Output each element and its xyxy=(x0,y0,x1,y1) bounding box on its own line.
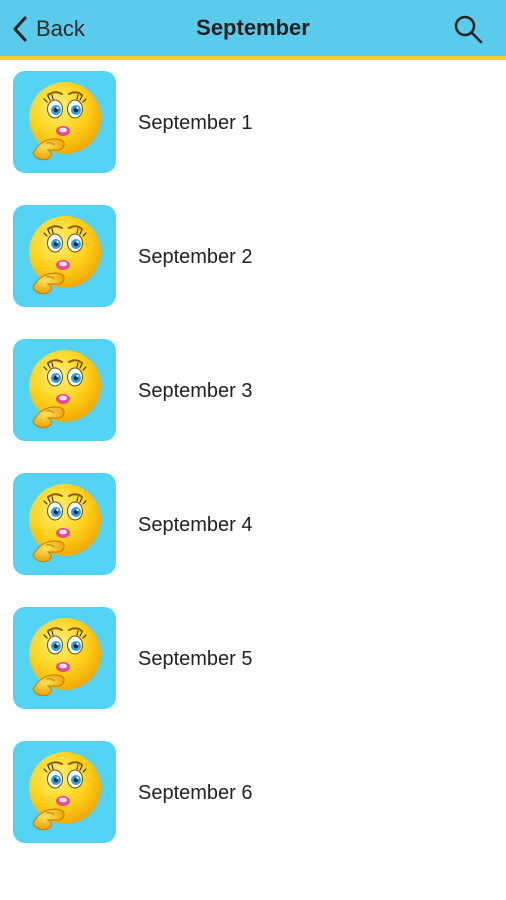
page-title: September xyxy=(196,15,310,40)
list-item[interactable]: September 3 xyxy=(0,332,506,442)
list-item[interactable]: September 4 xyxy=(0,466,506,576)
list-item-label: September 6 xyxy=(138,782,253,804)
list-item-label: September 1 xyxy=(138,112,253,134)
thinking-emoji-icon xyxy=(13,71,116,173)
thinking-emoji-icon xyxy=(13,205,116,307)
navigation-bar: Back September xyxy=(0,0,506,60)
list-item[interactable]: September 1 xyxy=(0,64,506,174)
list-item-label: September 4 xyxy=(138,514,253,536)
list-item-label: September 3 xyxy=(138,380,253,402)
list-item[interactable]: September 5 xyxy=(0,600,506,710)
list-item[interactable]: September 2 xyxy=(0,198,506,308)
search-icon[interactable] xyxy=(452,13,484,45)
list-item[interactable]: September 6 xyxy=(0,734,506,844)
thinking-emoji-icon xyxy=(13,339,116,441)
list-item-label: September 2 xyxy=(138,246,253,268)
thinking-emoji-icon xyxy=(13,741,116,843)
thinking-emoji-icon xyxy=(13,607,116,709)
list-item-label: September 5 xyxy=(138,648,253,670)
thinking-emoji-icon xyxy=(13,473,116,575)
